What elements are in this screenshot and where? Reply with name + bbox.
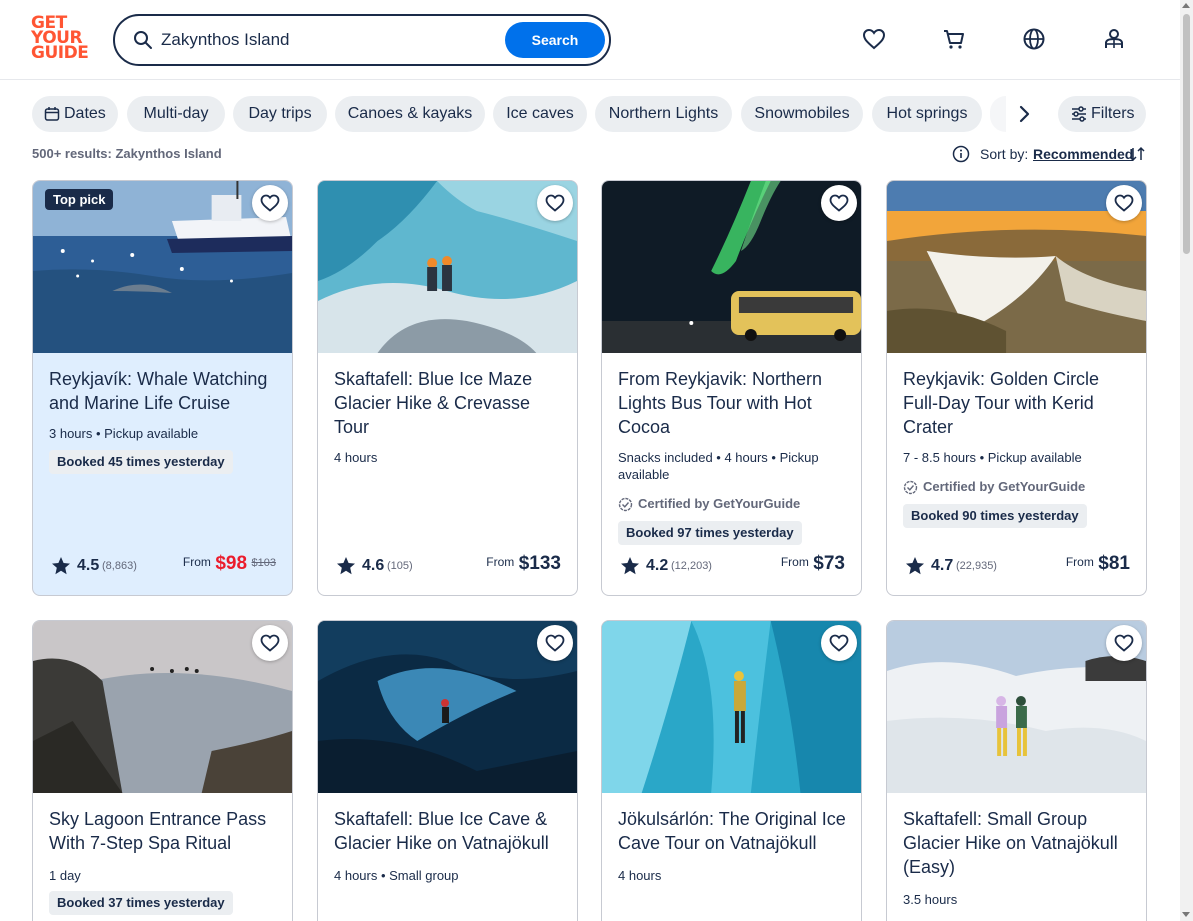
filters-button[interactable]: Filters xyxy=(1058,96,1146,132)
chip-multi-day[interactable]: Multi-day xyxy=(127,96,225,132)
card-meta: 7 - 8.5 hours • Pickup available xyxy=(903,450,1082,465)
price: From $98 $103 xyxy=(182,553,276,574)
wishlist-button[interactable] xyxy=(537,185,573,221)
heart-icon xyxy=(1114,194,1134,212)
star-icon xyxy=(337,557,355,575)
sliders-icon xyxy=(1072,106,1086,122)
getyourguide-logo[interactable]: GET YOUR GUIDE xyxy=(31,15,91,64)
chip-dates[interactable]: Dates xyxy=(32,96,118,132)
activity-card[interactable]: Top pick Reykjavík: Whale Watching and M… xyxy=(32,180,293,596)
heart-icon xyxy=(829,634,849,652)
search-button[interactable]: Search xyxy=(505,22,605,58)
card-title[interactable]: Reykjavik: Golden Circle Full-Day Tour w… xyxy=(903,367,1135,439)
wishlist-button[interactable] xyxy=(1106,625,1142,661)
activity-card[interactable]: Reykjavik: Golden Circle Full-Day Tour w… xyxy=(886,180,1147,596)
card-meta: 3 hours • Pickup available xyxy=(49,426,199,441)
results-count: 500+ results: Zakynthos Island xyxy=(32,146,222,161)
wishlist-button[interactable] xyxy=(252,185,288,221)
card-title[interactable]: Skaftafell: Blue Ice Cave & Glacier Hike… xyxy=(334,807,566,855)
chip-hot-springs[interactable]: Hot springs xyxy=(872,96,982,132)
booked-badge: Booked 37 times yesterday xyxy=(49,891,233,915)
heart-icon xyxy=(1114,634,1134,652)
filter-chips: Dates Multi-day Day trips Canoes & kayak… xyxy=(32,96,992,132)
card-meta: 3.5 hours xyxy=(903,892,958,907)
chip-ice-caves[interactable]: Ice caves xyxy=(493,96,587,132)
sort-value[interactable]: Recommended xyxy=(1033,146,1133,162)
wishlist-button[interactable] xyxy=(821,625,857,661)
activity-card[interactable]: From Reykjavik: Northern Lights Bus Tour… xyxy=(601,180,862,596)
card-meta: 4 hours xyxy=(334,450,378,465)
cart-icon[interactable] xyxy=(941,26,967,52)
star-icon xyxy=(52,557,70,575)
wishlist-button[interactable] xyxy=(252,625,288,661)
star-icon xyxy=(621,557,639,575)
price: From $73 xyxy=(780,553,845,574)
booked-badge: Booked 90 times yesterday xyxy=(903,504,1087,528)
heart-icon xyxy=(545,634,565,652)
search-bar[interactable]: Zakynthos Island Search xyxy=(113,14,611,66)
check-badge-icon xyxy=(903,480,918,495)
card-meta: 4 hours • Small group xyxy=(334,868,459,883)
scroll-down-arrow-icon[interactable] xyxy=(1182,912,1190,917)
card-title[interactable]: Reykjavík: Whale Watching and Marine Lif… xyxy=(49,367,281,415)
info-icon[interactable] xyxy=(952,145,970,163)
scroll-up-arrow-icon[interactable] xyxy=(1182,3,1190,8)
booked-badge: Booked 45 times yesterday xyxy=(49,450,233,474)
activity-card[interactable]: Skaftafell: Blue Ice Cave & Glacier Hike… xyxy=(317,620,578,921)
chip-northern-lights[interactable]: Northern Lights xyxy=(595,96,732,132)
heart-icon[interactable] xyxy=(861,26,887,52)
chip-day-trips[interactable]: Day trips xyxy=(233,96,327,132)
wishlist-button[interactable] xyxy=(537,625,573,661)
wishlist-button[interactable] xyxy=(821,185,857,221)
card-title[interactable]: Skaftafell: Blue Ice Maze Glacier Hike &… xyxy=(334,367,566,439)
booked-badge: Booked 97 times yesterday xyxy=(618,521,802,545)
star-icon xyxy=(906,557,924,575)
header: GET YOUR GUIDE Zakynthos Island Search xyxy=(0,0,1180,80)
card-meta: Snacks included • 4 hours • Pickup avail… xyxy=(618,450,819,482)
check-badge-icon xyxy=(618,497,633,512)
search-input[interactable]: Zakynthos Island xyxy=(161,30,290,50)
activity-card[interactable]: Skaftafell: Blue Ice Maze Glacier Hike &… xyxy=(317,180,578,596)
chip-canoes-kayaks[interactable]: Canoes & kayaks xyxy=(335,96,485,132)
heart-icon xyxy=(829,194,849,212)
card-title[interactable]: Jökulsárlón: The Original Ice Cave Tour … xyxy=(618,807,850,855)
sort-arrows-icon[interactable] xyxy=(1128,145,1146,163)
chip-overflow-fade xyxy=(990,96,1006,132)
sort-label: Sort by: xyxy=(980,146,1029,162)
heart-icon xyxy=(260,194,280,212)
search-icon xyxy=(134,31,152,49)
activity-card[interactable]: Skaftafell: Small Group Glacier Hike on … xyxy=(886,620,1147,921)
card-title[interactable]: Sky Lagoon Entrance Pass With 7-Step Spa… xyxy=(49,807,281,855)
top-pick-badge: Top pick xyxy=(45,189,114,210)
scrollbar-thumb[interactable] xyxy=(1183,14,1190,254)
chip-snowmobiles[interactable]: Snowmobiles xyxy=(741,96,863,132)
price: From $81 xyxy=(1065,553,1130,574)
card-title[interactable]: From Reykjavik: Northern Lights Bus Tour… xyxy=(618,367,850,439)
wishlist-button[interactable] xyxy=(1106,185,1142,221)
globe-icon[interactable] xyxy=(1021,26,1047,52)
price: From $133 xyxy=(486,553,561,574)
chevron-right-icon[interactable] xyxy=(1010,100,1038,128)
card-meta: 1 day xyxy=(49,868,81,883)
card-meta: 4 hours xyxy=(618,868,662,883)
activity-card[interactable]: Jökulsárlón: The Original Ice Cave Tour … xyxy=(601,620,862,921)
calendar-icon xyxy=(44,107,60,121)
profile-icon[interactable] xyxy=(1101,26,1127,52)
activity-card[interactable]: Sky Lagoon Entrance Pass With 7-Step Spa… xyxy=(32,620,293,921)
heart-icon xyxy=(545,194,565,212)
heart-icon xyxy=(260,634,280,652)
card-title[interactable]: Skaftafell: Small Group Glacier Hike on … xyxy=(903,807,1135,879)
